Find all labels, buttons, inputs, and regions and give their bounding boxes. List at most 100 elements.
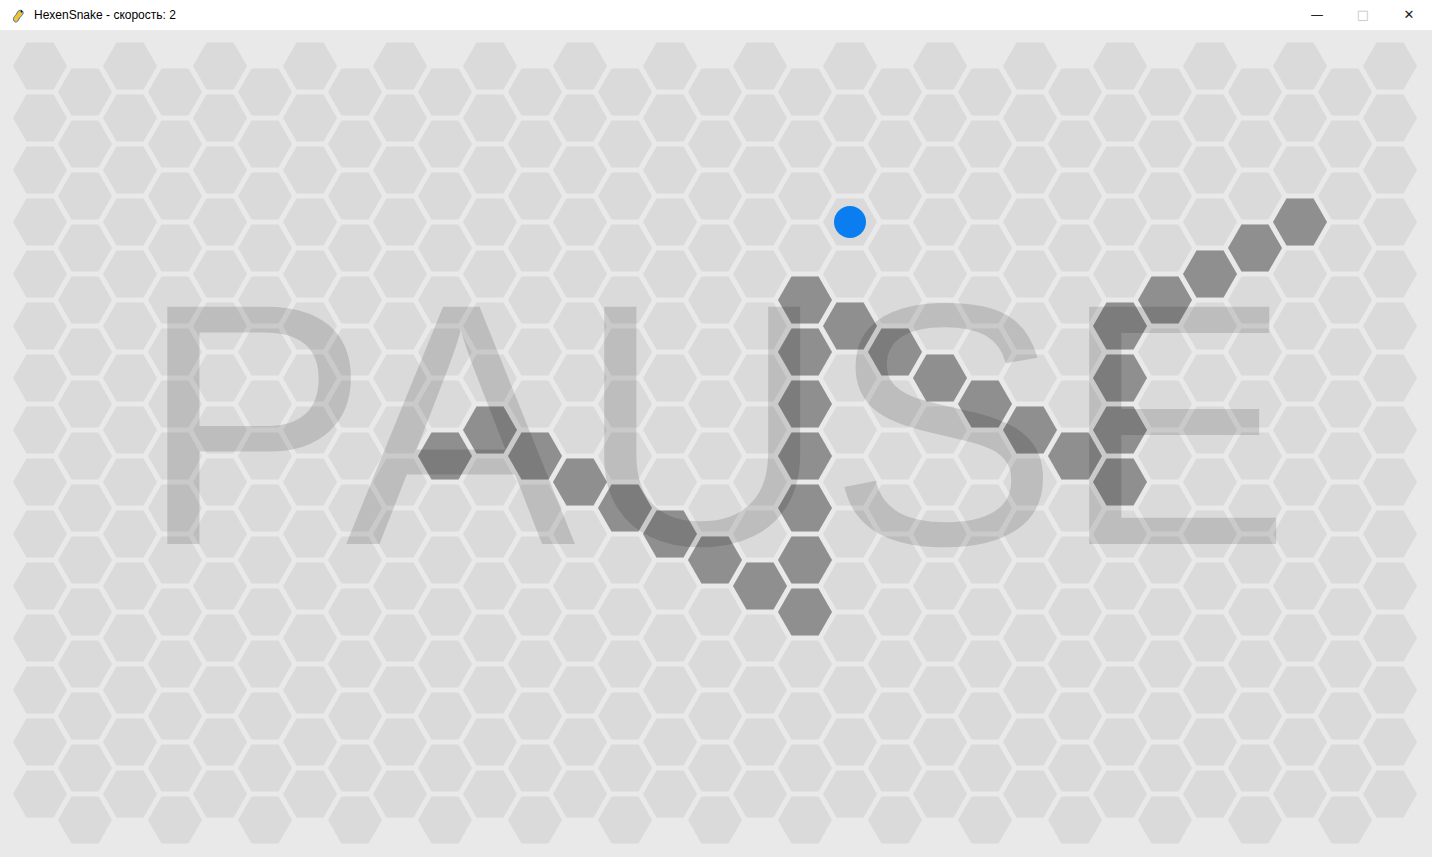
board-cell bbox=[1318, 121, 1372, 168]
board-cell bbox=[733, 719, 787, 766]
board-cell bbox=[1138, 641, 1192, 688]
board-cell bbox=[733, 615, 787, 662]
board-cell bbox=[193, 459, 247, 506]
minimize-button[interactable]: — bbox=[1294, 0, 1340, 30]
board-cell bbox=[193, 95, 247, 142]
board-cell bbox=[418, 745, 472, 792]
snake-segment bbox=[463, 407, 517, 454]
board-cell bbox=[868, 277, 922, 324]
snake-segment bbox=[913, 355, 967, 402]
grid-rows bbox=[13, 43, 1417, 844]
board-cell bbox=[1183, 251, 1237, 298]
board-cell bbox=[1048, 797, 1102, 844]
game-board: PAUSE bbox=[0, 30, 1432, 857]
board-cell bbox=[778, 225, 832, 272]
board-cell bbox=[58, 485, 112, 532]
board-cell bbox=[598, 641, 652, 688]
board-cell bbox=[508, 693, 562, 740]
board-cell bbox=[1273, 511, 1327, 558]
board-cell bbox=[1318, 537, 1372, 584]
board-cell bbox=[868, 433, 922, 480]
board-cell bbox=[508, 745, 562, 792]
board-cell bbox=[1228, 745, 1282, 792]
board-cell bbox=[463, 511, 517, 558]
board-cell bbox=[643, 407, 697, 454]
board-cell bbox=[598, 745, 652, 792]
board-cell bbox=[598, 381, 652, 428]
board-cell bbox=[868, 381, 922, 428]
board-cell bbox=[373, 511, 427, 558]
snake-segment bbox=[778, 381, 832, 428]
board-cell bbox=[238, 797, 292, 844]
board-cell bbox=[868, 537, 922, 584]
board-cell bbox=[58, 173, 112, 220]
board-cell bbox=[643, 303, 697, 350]
board-cell bbox=[1273, 43, 1327, 90]
board-cell bbox=[238, 745, 292, 792]
maximize-button: □ bbox=[1340, 0, 1386, 30]
board-cell bbox=[193, 251, 247, 298]
board-cell bbox=[13, 95, 67, 142]
board-cell bbox=[1003, 771, 1057, 818]
board-cell bbox=[958, 485, 1012, 532]
board-cell bbox=[103, 251, 157, 298]
board-cell bbox=[463, 615, 517, 662]
board-cell bbox=[1003, 459, 1057, 506]
board-cell bbox=[868, 589, 922, 636]
board-cell bbox=[283, 355, 337, 402]
pause-overlay: PAUSE bbox=[0, 30, 1432, 857]
board-cell bbox=[1273, 355, 1327, 402]
board-cell bbox=[328, 641, 382, 688]
board-cell bbox=[868, 641, 922, 688]
board-cell bbox=[958, 277, 1012, 324]
board-cell bbox=[1318, 589, 1372, 636]
board-cell bbox=[688, 797, 742, 844]
board-cell bbox=[643, 563, 697, 610]
board-cell bbox=[598, 329, 652, 376]
board-cell bbox=[418, 381, 472, 428]
board-cell bbox=[1048, 121, 1102, 168]
board-cell bbox=[508, 329, 562, 376]
board-cell bbox=[373, 251, 427, 298]
board-cell bbox=[913, 563, 967, 610]
board-cell bbox=[913, 303, 967, 350]
board-cell bbox=[1003, 199, 1057, 246]
board-cell bbox=[868, 797, 922, 844]
board-cell bbox=[103, 459, 157, 506]
board-cell bbox=[193, 615, 247, 662]
board-cell bbox=[148, 537, 202, 584]
board-cell bbox=[1228, 381, 1282, 428]
board-cell bbox=[58, 589, 112, 636]
board-cell bbox=[868, 693, 922, 740]
board-cell bbox=[148, 485, 202, 532]
board-cell bbox=[1138, 693, 1192, 740]
board-cell bbox=[643, 771, 697, 818]
snake-segment bbox=[868, 329, 922, 376]
board-cell bbox=[1273, 251, 1327, 298]
board-cell bbox=[13, 615, 67, 662]
board-cell bbox=[598, 69, 652, 116]
board-cell bbox=[643, 147, 697, 194]
board-cell bbox=[1003, 615, 1057, 662]
board-cell bbox=[1228, 277, 1282, 324]
board-cell bbox=[1273, 303, 1327, 350]
board-cell bbox=[958, 329, 1012, 376]
board-cell bbox=[1318, 225, 1372, 272]
snake-segment bbox=[778, 485, 832, 532]
board-cell bbox=[238, 277, 292, 324]
board-cell bbox=[1363, 303, 1417, 350]
board-cell bbox=[1093, 511, 1147, 558]
board-cell bbox=[733, 459, 787, 506]
board-cell bbox=[1003, 95, 1057, 142]
close-button[interactable]: ✕ bbox=[1386, 0, 1432, 30]
board-cell bbox=[373, 407, 427, 454]
board-cell bbox=[913, 719, 967, 766]
board-cell bbox=[238, 537, 292, 584]
board-cell bbox=[1048, 225, 1102, 272]
board-cell bbox=[1318, 433, 1372, 480]
board-cell bbox=[1093, 251, 1147, 298]
board-cell bbox=[553, 511, 607, 558]
board-cell bbox=[283, 771, 337, 818]
board-cell bbox=[643, 667, 697, 714]
board-cell bbox=[1093, 771, 1147, 818]
